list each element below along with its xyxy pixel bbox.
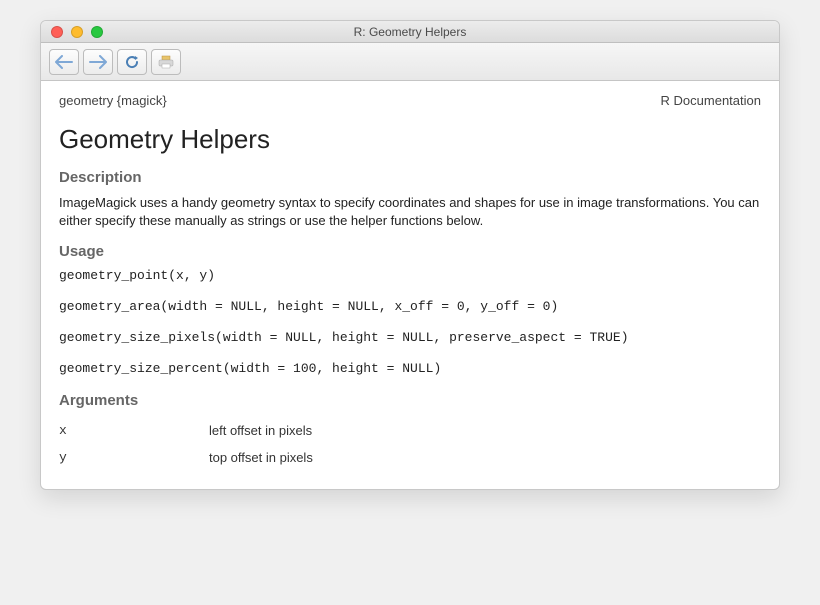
doc-header: geometry {magick} R Documentation	[59, 93, 761, 108]
doc-type-label: R Documentation	[661, 93, 761, 108]
reload-button[interactable]	[117, 49, 147, 75]
usage-line: geometry_size_pixels(width = NULL, heigh…	[59, 330, 761, 347]
titlebar: R: Geometry Helpers	[41, 21, 779, 43]
arg-desc: top offset in pixels	[209, 444, 761, 471]
table-row: x left offset in pixels	[59, 417, 761, 444]
usage-block: geometry_point(x, y) geometry_area(width…	[59, 268, 761, 378]
usage-line: geometry_area(width = NULL, height = NUL…	[59, 299, 761, 316]
minimize-window-button[interactable]	[71, 26, 83, 38]
back-button[interactable]	[49, 49, 79, 75]
arrow-left-icon	[55, 55, 73, 69]
document-content: geometry {magick} R Documentation Geomet…	[41, 81, 779, 489]
app-window: R: Geometry Helpers	[40, 20, 780, 490]
arrow-right-icon	[89, 55, 107, 69]
topic-package-label: geometry {magick}	[59, 93, 167, 108]
refresh-icon	[124, 54, 140, 70]
close-window-button[interactable]	[51, 26, 63, 38]
table-row: y top offset in pixels	[59, 444, 761, 471]
print-button[interactable]	[151, 49, 181, 75]
printer-icon	[158, 55, 174, 69]
traffic-lights	[41, 26, 103, 38]
arguments-table: x left offset in pixels y top offset in …	[59, 417, 761, 471]
window-title: R: Geometry Helpers	[41, 25, 779, 39]
zoom-window-button[interactable]	[91, 26, 103, 38]
page-title: Geometry Helpers	[59, 124, 761, 155]
usage-line: geometry_point(x, y)	[59, 268, 761, 285]
arg-desc: left offset in pixels	[209, 417, 761, 444]
description-text: ImageMagick uses a handy geometry syntax…	[59, 194, 761, 229]
toolbar	[41, 43, 779, 81]
section-description-heading: Description	[59, 169, 761, 186]
forward-button[interactable]	[83, 49, 113, 75]
usage-line: geometry_size_percent(width = 100, heigh…	[59, 361, 761, 378]
arg-name: x	[59, 417, 209, 444]
section-arguments-heading: Arguments	[59, 392, 761, 409]
section-usage-heading: Usage	[59, 243, 761, 260]
arg-name: y	[59, 444, 209, 471]
